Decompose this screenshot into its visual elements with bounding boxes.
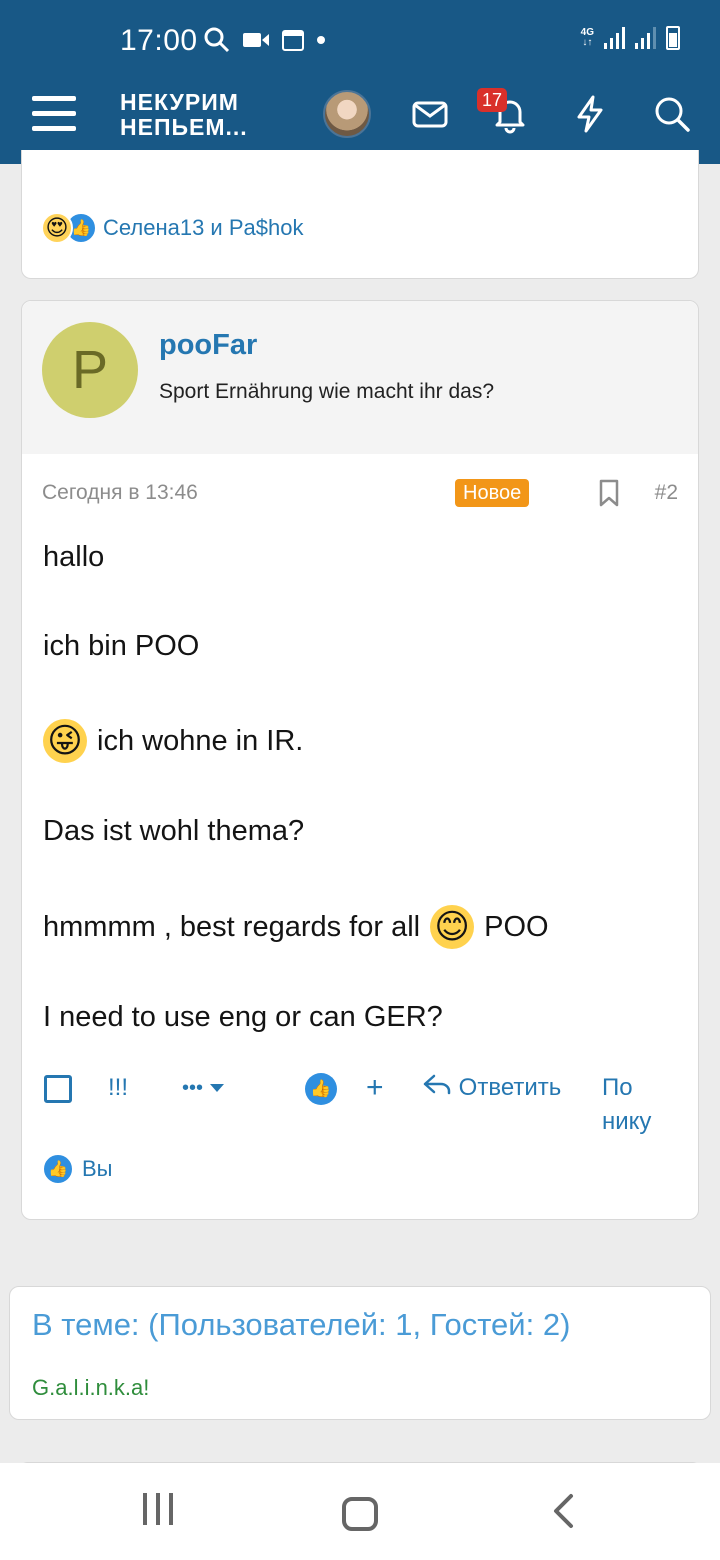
calendar-status-icon: [282, 30, 304, 51]
more-menu-button[interactable]: •••: [182, 1071, 225, 1105]
post-number[interactable]: #2: [655, 481, 678, 505]
new-badge: Новое: [455, 479, 530, 507]
recents-button[interactable]: [143, 1493, 173, 1531]
tongue-smiley-icon: 😜: [43, 719, 87, 763]
post-line-text: hmmmm , best regards for all: [43, 910, 421, 943]
app-header: 17:00 4G ↓↑ НЕКУРИМ НЕПЬЕМ... 17: [0, 0, 720, 164]
post-line: Das ist wohl thema?: [43, 815, 305, 847]
like-button[interactable]: 👍: [305, 1073, 337, 1105]
post-line-text: ich wohne in IR.: [97, 724, 304, 757]
post-date[interactable]: Сегодня в 13:46: [42, 481, 198, 505]
post-line: hmmmm , best regards for all 😊 POO: [43, 905, 549, 949]
reply-icon: [423, 1074, 451, 1095]
signal-icon: [604, 27, 625, 49]
chevron-down-icon: [209, 1084, 224, 1092]
search-icon[interactable]: [652, 94, 692, 134]
status-bar: 17:00 4G ↓↑: [0, 24, 720, 60]
reactions-users[interactable]: Селена13 и Pa$hok: [103, 215, 303, 241]
video-status-icon: [243, 33, 269, 47]
notification-badge: 17: [477, 88, 508, 112]
site-logo[interactable]: НЕКУРИМ НЕПЬЕМ...: [120, 90, 248, 140]
battery-icon: [666, 26, 680, 50]
post-line: 😜 ich wohne in IR.: [43, 719, 303, 763]
post-line: I need to use eng or can GER?: [43, 1001, 443, 1033]
online-users-card: В теме: (Пользователей: 1, Гостей: 2) G.…: [9, 1286, 711, 1420]
mail-icon[interactable]: [410, 94, 450, 134]
status-time: 17:00: [120, 24, 198, 57]
online-users-title[interactable]: В теме: (Пользователей: 1, Гостей: 2): [32, 1307, 570, 1343]
network-type: 4G ↓↑: [580, 27, 594, 48]
post-line: hallo: [43, 541, 105, 573]
post-actions: !!! ••• 👍 + Ответить По нику: [44, 1071, 680, 1135]
logo-line-1: НЕКУРИМ: [120, 89, 239, 115]
lightning-icon[interactable]: [570, 94, 610, 134]
reactions-summary[interactable]: 😍 👍 Селена13 и Pa$hok: [41, 212, 303, 244]
status-right: 4G ↓↑: [581, 26, 680, 50]
more-label: •••: [182, 1077, 204, 1099]
post-card: P pooFar Sport Ernährung wie macht ihr d…: [21, 300, 699, 1220]
back-button[interactable]: [551, 1493, 575, 1529]
multi-quote-button[interactable]: +: [366, 1071, 384, 1105]
like-reaction-icon: 👍: [42, 1153, 74, 1185]
post-author-header: P pooFar Sport Ernährung wie macht ihr d…: [22, 301, 698, 454]
dot-status-icon: [317, 36, 325, 44]
reply-button[interactable]: Ответить: [422, 1071, 561, 1105]
post-author-avatar[interactable]: P: [42, 322, 138, 418]
signal-2-icon: [635, 27, 656, 49]
your-reaction[interactable]: 👍 Вы: [42, 1153, 113, 1185]
status-icons: [204, 27, 326, 53]
online-user-link[interactable]: G.a.l.i.n.k.a!: [32, 1375, 149, 1401]
menu-icon[interactable]: [32, 96, 78, 132]
logo-line-2: НЕПЬЕМ...: [120, 114, 248, 140]
reply-label: Ответить: [458, 1074, 562, 1101]
report-button[interactable]: !!!: [108, 1071, 128, 1105]
love-reaction-icon: 😍: [41, 212, 73, 244]
reply-by-nick-button[interactable]: По нику: [602, 1071, 680, 1139]
nav-row: НЕКУРИМ НЕПЬЕМ... 17: [0, 82, 720, 146]
post-meta: Сегодня в 13:46 Новое #2: [42, 479, 678, 509]
system-navigation-bar: [0, 1463, 720, 1560]
post-line: ich bin POO: [43, 630, 200, 662]
bookmark-icon[interactable]: [597, 479, 621, 507]
smile-smiley-icon: 😊: [430, 905, 475, 949]
user-avatar[interactable]: [323, 90, 371, 138]
previous-post-card: 😍 👍 Селена13 и Pa$hok: [21, 150, 699, 279]
thread-title: Sport Ernährung wie macht ihr das?: [159, 380, 495, 403]
home-button[interactable]: [342, 1497, 378, 1531]
network-label: 4G: [580, 27, 594, 38]
search-status-icon: [204, 27, 230, 53]
your-reaction-label[interactable]: Вы: [82, 1156, 113, 1182]
select-post-checkbox[interactable]: [44, 1075, 72, 1103]
post-line-text: POO: [484, 910, 549, 943]
post-author-name[interactable]: pooFar: [159, 329, 257, 362]
